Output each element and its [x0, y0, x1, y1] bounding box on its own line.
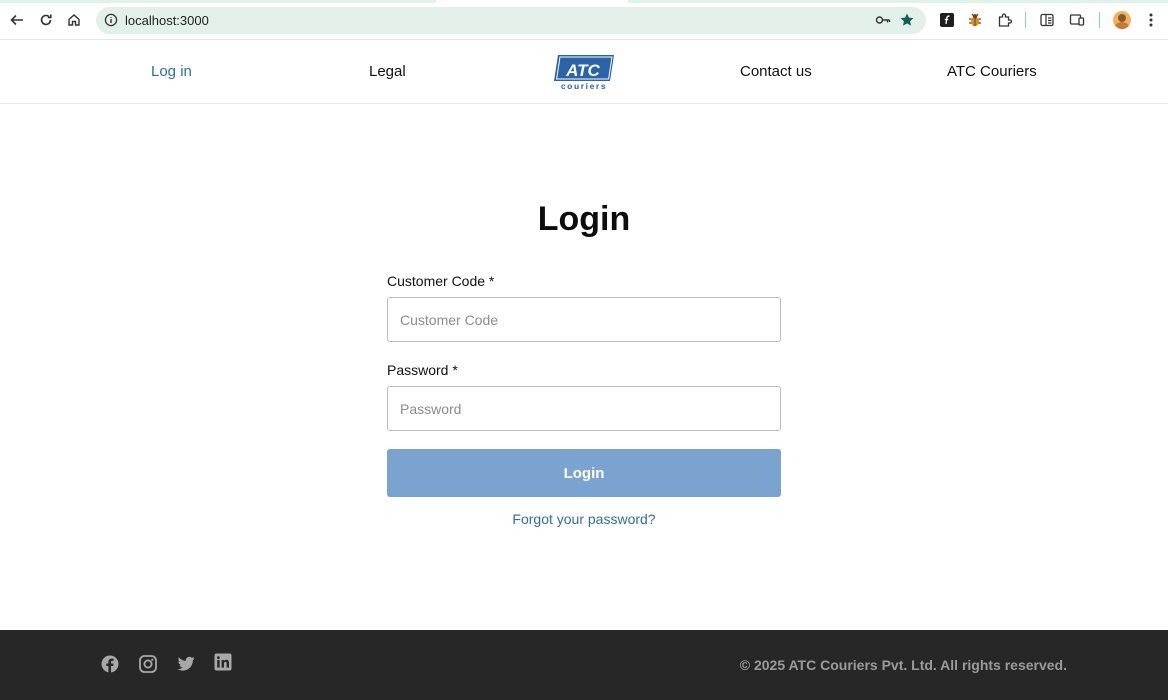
profile-avatar[interactable]	[1113, 11, 1131, 29]
forgot-password-link: Forgot your password?	[0, 511, 1168, 527]
back-arrow-icon[interactable]	[6, 9, 28, 31]
password-label: Password *	[387, 362, 458, 378]
tab-strip	[0, 0, 1168, 3]
password-input[interactable]	[387, 386, 781, 431]
customer-code-label: Customer Code *	[387, 273, 495, 289]
customer-code-input[interactable]	[387, 297, 781, 342]
company-logo[interactable]: ATC couriers	[552, 53, 616, 91]
password-key-icon[interactable]	[875, 13, 891, 32]
nav-legal[interactable]: Legal	[369, 63, 406, 80]
twitter-icon[interactable]	[177, 655, 195, 673]
facebook-icon[interactable]	[101, 655, 119, 673]
copyright-text: © 2025 ATC Couriers Pvt. Ltd. All rights…	[739, 657, 1067, 673]
logo-sub-text: couriers	[561, 81, 607, 91]
instagram-icon[interactable]	[139, 655, 157, 673]
nav-login[interactable]: Log in	[151, 63, 192, 80]
site-footer: © 2025 ATC Couriers Pvt. Ltd. All rights…	[0, 630, 1168, 700]
reload-icon[interactable]	[35, 9, 57, 31]
browser-toolbar: localhost:3000	[0, 0, 1168, 40]
address-bar[interactable]: localhost:3000	[96, 7, 926, 34]
more-menu-icon[interactable]	[1141, 10, 1161, 30]
home-icon[interactable]	[63, 9, 85, 31]
toolbar-separator	[1099, 12, 1100, 28]
url-text[interactable]: localhost:3000	[125, 13, 209, 28]
device-icon[interactable]	[1067, 10, 1087, 30]
site-info-icon[interactable]	[104, 13, 118, 32]
reading-list-icon[interactable]	[1037, 10, 1057, 30]
site-header: Log in Legal ATC couriers Contact us ATC…	[0, 40, 1168, 104]
linkedin-icon[interactable]	[214, 653, 232, 671]
bug-extension-icon[interactable]	[965, 10, 985, 30]
extensions-puzzle-icon[interactable]	[995, 10, 1015, 30]
page-title: Login	[537, 200, 631, 238]
logo-main-text: ATC	[565, 61, 600, 80]
nav-atc-couriers[interactable]: ATC Couriers	[947, 63, 1037, 80]
nav-contact[interactable]: Contact us	[740, 63, 812, 80]
toolbar-separator	[1025, 12, 1026, 28]
forgot-password-anchor[interactable]: Forgot your password?	[512, 511, 655, 527]
bookmark-star-icon[interactable]	[899, 12, 915, 33]
login-button[interactable]: Login	[387, 449, 781, 497]
extension-f-icon[interactable]	[937, 10, 957, 30]
